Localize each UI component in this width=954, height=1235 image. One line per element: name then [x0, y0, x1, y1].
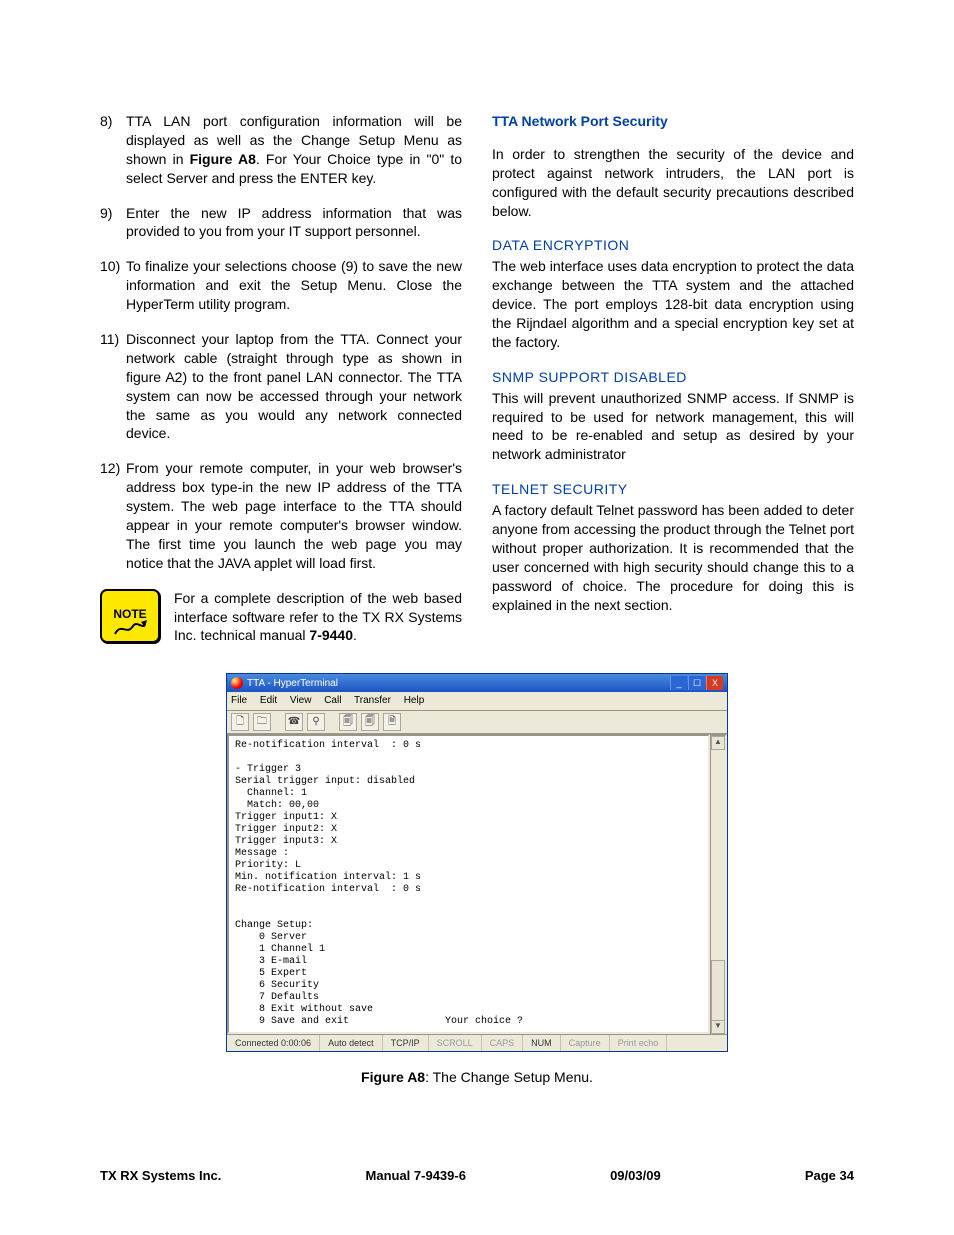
app-icon	[231, 677, 243, 689]
note-block: NOTE For a complete description of the w…	[100, 589, 462, 646]
close-button[interactable]: X	[706, 676, 723, 690]
item-number: 12)	[100, 459, 126, 572]
note-icon: NOTE	[100, 589, 160, 643]
open-icon[interactable]: 🗀	[253, 713, 271, 731]
figure-a8: TTA - HyperTerminal _ ☐ X File Edit View…	[100, 673, 854, 1086]
footer-date: 09/03/09	[610, 1167, 661, 1185]
terminal-output[interactable]: Re-notification interval : 0 s - Trigger…	[227, 734, 710, 1034]
scroll-up-icon[interactable]: ▲	[711, 736, 725, 750]
footer-page: Page 34	[805, 1167, 854, 1185]
list-item-11: 11) Disconnect your laptop from the TTA.…	[100, 330, 462, 443]
intro-paragraph: In order to strengthen the security of t…	[492, 145, 854, 221]
menu-transfer[interactable]: Transfer	[354, 695, 391, 706]
menu-view[interactable]: View	[290, 695, 312, 706]
titlebar[interactable]: TTA - HyperTerminal _ ☐ X	[227, 674, 727, 692]
terminal-area: Re-notification interval : 0 s - Trigger…	[227, 734, 727, 1034]
subheading-data-encryption: DATA ENCRYPTION	[492, 236, 854, 255]
section-title: TTA Network Port Security	[492, 112, 854, 131]
statusbar: Connected 0:00:06 Auto detect TCP/IP SCR…	[227, 1034, 727, 1051]
minimize-button[interactable]: _	[670, 676, 687, 690]
figure-label: Figure A8	[361, 1069, 425, 1085]
note-text: For a complete description of the web ba…	[174, 589, 462, 646]
item-text: Disconnect your laptop from the TTA. Con…	[126, 330, 462, 443]
pen-icon	[113, 620, 147, 638]
item-text: From your remote computer, in your web b…	[126, 459, 462, 572]
numbered-list: 8) TTA LAN port configuration informatio…	[100, 112, 462, 573]
maximize-button[interactable]: ☐	[688, 676, 705, 690]
scroll-thumb[interactable]	[711, 960, 725, 1022]
left-column: 8) TTA LAN port configuration informatio…	[100, 112, 462, 645]
list-item-10: 10) To finalize your selections choose (…	[100, 257, 462, 314]
subheading-snmp: SNMP SUPPORT DISABLED	[492, 368, 854, 387]
status-capture: Capture	[561, 1035, 610, 1051]
connect-icon[interactable]: ☎	[285, 713, 303, 731]
list-item-8: 8) TTA LAN port configuration informatio…	[100, 112, 462, 188]
item-text: To finalize your selections choose (9) t…	[126, 257, 462, 314]
item-number: 9)	[100, 204, 126, 242]
titlebar-left: TTA - HyperTerminal	[231, 677, 338, 691]
document-page: 8) TTA LAN port configuration informatio…	[0, 0, 954, 1235]
status-autodetect: Auto detect	[320, 1035, 383, 1051]
item-number: 10)	[100, 257, 126, 314]
receive-icon[interactable]: 🗐	[361, 713, 379, 731]
menu-edit[interactable]: Edit	[260, 695, 277, 706]
status-printecho: Print echo	[610, 1035, 668, 1051]
item-text: TTA LAN port configuration information w…	[126, 112, 462, 188]
item-text: Enter the new IP address information tha…	[126, 204, 462, 242]
properties-icon[interactable]: 🗎	[383, 713, 401, 731]
window-buttons: _ ☐ X	[670, 676, 723, 690]
status-num: NUM	[523, 1035, 561, 1051]
menu-file[interactable]: File	[231, 695, 247, 706]
paragraph-snmp: This will prevent unauthorized SNMP acce…	[492, 389, 854, 465]
list-item-12: 12) From your remote computer, in your w…	[100, 459, 462, 572]
manual-ref: 7-9440	[309, 627, 353, 643]
menu-call[interactable]: Call	[324, 695, 341, 706]
page-footer: TX RX Systems Inc. Manual 7-9439-6 09/03…	[100, 1167, 854, 1185]
window-title: TTA - HyperTerminal	[247, 677, 338, 691]
right-column: TTA Network Port Security In order to st…	[492, 112, 854, 645]
toolbar: 🗋 🗀 ☎ ⚲ 🗐 🗐 🗎	[227, 711, 727, 734]
figure-ref: Figure A8	[190, 151, 256, 167]
paragraph-telnet: A factory default Telnet password has be…	[492, 501, 854, 614]
status-scroll: SCROLL	[429, 1035, 482, 1051]
new-icon[interactable]: 🗋	[231, 713, 249, 731]
menu-help[interactable]: Help	[404, 695, 425, 706]
footer-company: TX RX Systems Inc.	[100, 1167, 221, 1185]
footer-manual: Manual 7-9439-6	[366, 1167, 466, 1185]
status-protocol: TCP/IP	[383, 1035, 429, 1051]
subheading-telnet: TELNET SECURITY	[492, 480, 854, 499]
disconnect-icon[interactable]: ⚲	[307, 713, 325, 731]
item-number: 8)	[100, 112, 126, 188]
status-caps: CAPS	[482, 1035, 524, 1051]
figure-caption: Figure A8: The Change Setup Menu.	[100, 1068, 854, 1087]
paragraph-data-encryption: The web interface uses data encryption t…	[492, 257, 854, 351]
menubar: File Edit View Call Transfer Help	[227, 692, 727, 711]
item-number: 11)	[100, 330, 126, 443]
hyperterminal-window: TTA - HyperTerminal _ ☐ X File Edit View…	[226, 673, 728, 1052]
scroll-down-icon[interactable]: ▼	[711, 1020, 725, 1034]
two-column-layout: 8) TTA LAN port configuration informatio…	[100, 112, 854, 645]
status-connected: Connected 0:00:06	[227, 1035, 320, 1051]
send-icon[interactable]: 🗐	[339, 713, 357, 731]
list-item-9: 9) Enter the new IP address information …	[100, 204, 462, 242]
scrollbar[interactable]: ▲ ▼	[710, 734, 727, 1034]
